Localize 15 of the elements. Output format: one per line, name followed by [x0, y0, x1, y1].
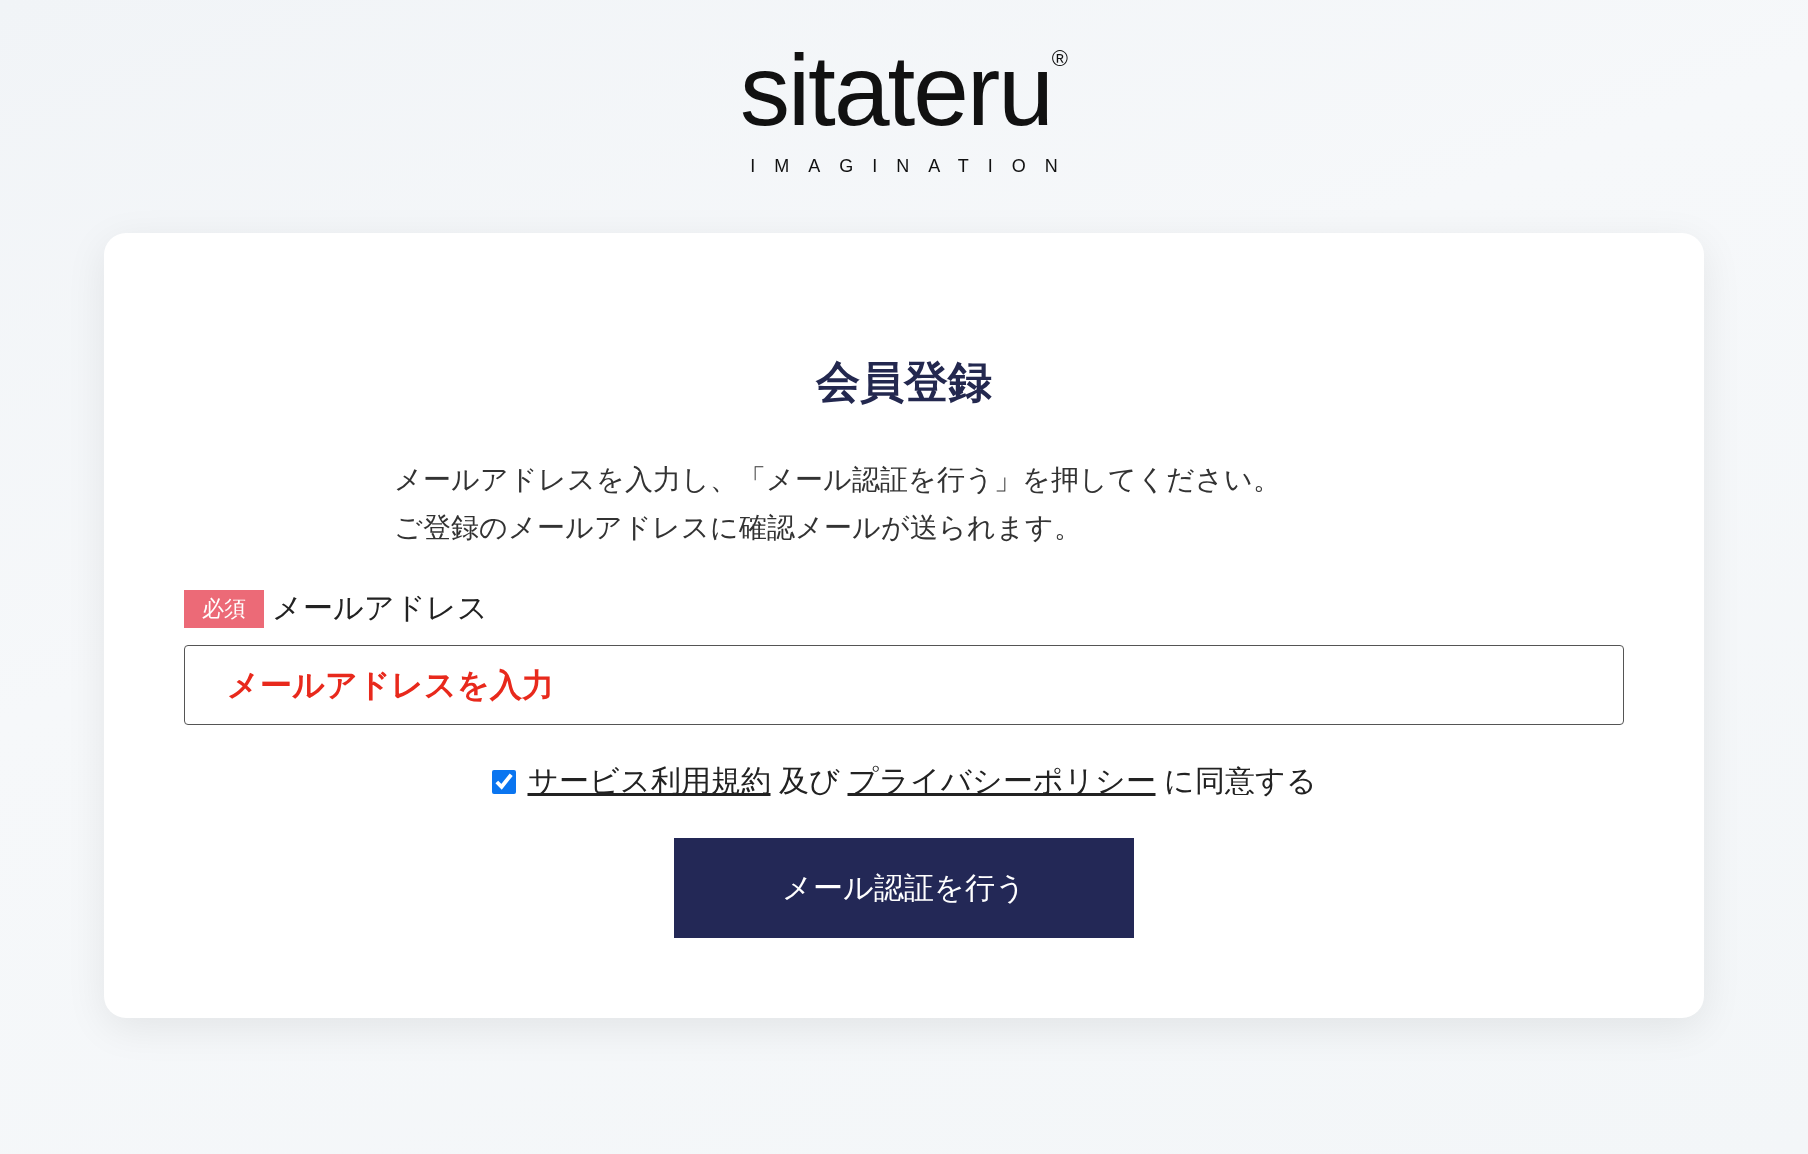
logo-tagline: IMAGINATION [750, 156, 1077, 177]
form-title: 会員登録 [816, 355, 992, 409]
email-input-field[interactable]: メールアドレスを入力 [184, 645, 1624, 725]
description-text: メールアドレスを入力し、「メール認証を行う」を押してください。 [394, 462, 1282, 498]
field-label: メールアドレス [272, 589, 488, 627]
required-badge: 必須 [184, 589, 264, 628]
terms-link[interactable]: サービス利用規約 [527, 761, 771, 802]
registered-mark: ® [1051, 46, 1069, 71]
privacy-link[interactable]: プライバシーポリシー [847, 761, 1156, 802]
description-text: ご登録のメールアドレスに確認メールが送られます。 [394, 510, 1083, 546]
conjunction-text: 及び [778, 762, 840, 800]
agree-text: に同意する [1163, 762, 1317, 800]
agree-checkbox[interactable] [491, 769, 516, 794]
logo-wordmark: sitateru [739, 40, 1052, 140]
submit-button[interactable]: メール認証を行う [674, 838, 1134, 938]
